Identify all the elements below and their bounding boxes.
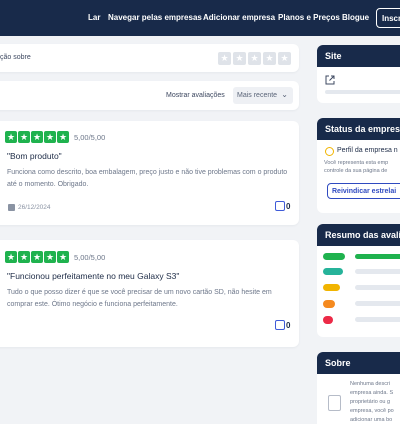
- like-count: 0: [286, 320, 291, 330]
- star-icon: ★: [18, 251, 30, 263]
- rating-level-badge: [323, 253, 345, 260]
- review-title: "Bom produto": [7, 151, 62, 161]
- about-line: empresa, você po: [350, 408, 394, 414]
- status-card-title: Status da empres: [317, 118, 400, 140]
- site-card: Site: [317, 45, 400, 103]
- rating-bar: [355, 285, 400, 290]
- rating-bar: [355, 269, 400, 274]
- star-icon: ★: [57, 251, 69, 263]
- claim-button[interactable]: Reivindicar estrelai: [327, 183, 400, 199]
- site-url-placeholder: [325, 90, 400, 94]
- chevron-down-icon: ⌄: [281, 90, 288, 99]
- rating-bar-fill: [355, 254, 400, 259]
- star-icon: ★: [5, 131, 17, 143]
- empty-star-icon[interactable]: ★: [218, 52, 231, 65]
- rating-bar: [355, 301, 400, 306]
- thumbs-up-icon: [275, 320, 285, 330]
- nav-link-home[interactable]: Lar: [88, 13, 100, 22]
- star-icon: ★: [44, 251, 56, 263]
- external-link-icon[interactable]: [325, 75, 335, 85]
- star-icon: ★: [5, 251, 17, 263]
- review-score: 5,00/5,00: [74, 253, 106, 262]
- empty-star-icon[interactable]: ★: [263, 52, 276, 65]
- about-line: empresa ainda. S: [350, 390, 394, 396]
- empty-star-icon[interactable]: ★: [248, 52, 261, 65]
- nav-link-plans[interactable]: Planos e Preços: [278, 13, 340, 22]
- review-stars: ★ ★ ★ ★ ★: [5, 131, 69, 143]
- star-icon: ★: [18, 131, 30, 143]
- review-body: Tudo o que posso dizer é que se você pre…: [7, 289, 272, 308]
- sort-select[interactable]: Mais recente ⌄: [233, 87, 293, 104]
- star-icon: ★: [31, 251, 43, 263]
- nav-link-add-company[interactable]: Adicionar empresa: [203, 13, 275, 22]
- review-date: 26/12/2024: [18, 204, 51, 211]
- review-score: 5,00/5,00: [74, 133, 106, 142]
- rating-level-badge: [323, 268, 343, 275]
- signup-button[interactable]: Inscre: [376, 8, 400, 28]
- rate-stars[interactable]: ★ ★ ★ ★ ★: [218, 52, 291, 65]
- site-card-title: Site: [317, 45, 400, 67]
- rate-prompt: ção sobre: [0, 54, 31, 61]
- star-icon: ★: [44, 131, 56, 143]
- summary-card-title: Resumo das avali: [317, 224, 400, 246]
- star-icon: ★: [31, 131, 43, 143]
- about-line: adicionar uma bo: [350, 417, 393, 423]
- thumbs-up-icon: [275, 201, 285, 211]
- rating-level-badge: [323, 284, 340, 291]
- calendar-icon: [8, 204, 15, 211]
- rating-bar: [355, 254, 400, 259]
- warning-circle-icon: [325, 147, 334, 156]
- empty-star-icon[interactable]: ★: [233, 52, 246, 65]
- nav-link-blog[interactable]: Blogue: [342, 13, 369, 22]
- like-button[interactable]: 0: [275, 320, 290, 330]
- status-desc-line: Você representa esta emp: [324, 160, 389, 166]
- top-nav: Lar Navegar pelas empresas Adicionar emp…: [0, 0, 400, 36]
- like-count: 0: [286, 201, 291, 211]
- nav-link-browse[interactable]: Navegar pelas empresas: [108, 13, 202, 22]
- status-desc-line: controle da sua página de: [324, 168, 388, 174]
- rating-level-badge: [323, 300, 335, 308]
- star-icon: ★: [57, 131, 69, 143]
- review-body: Funciona como descrito, boa embalagem, p…: [7, 169, 288, 188]
- about-card-title: Sobre: [317, 352, 400, 374]
- review-title: "Funcionou perfeitamente no meu Galaxy S…: [7, 271, 180, 281]
- review-stars: ★ ★ ★ ★ ★: [5, 251, 69, 263]
- about-line: Nenhuma descri: [350, 381, 391, 387]
- like-button[interactable]: 0: [275, 201, 290, 211]
- sort-label: Mostrar avaliações: [166, 92, 225, 99]
- document-icon: [328, 395, 341, 411]
- about-line: proprietário ou g: [350, 399, 391, 405]
- rating-bar: [355, 317, 400, 322]
- rating-level-badge: [323, 316, 333, 324]
- status-profile-text: Perfil da empresa n: [337, 147, 398, 154]
- sort-selected-value: Mais recente: [237, 92, 278, 99]
- empty-star-icon[interactable]: ★: [278, 52, 291, 65]
